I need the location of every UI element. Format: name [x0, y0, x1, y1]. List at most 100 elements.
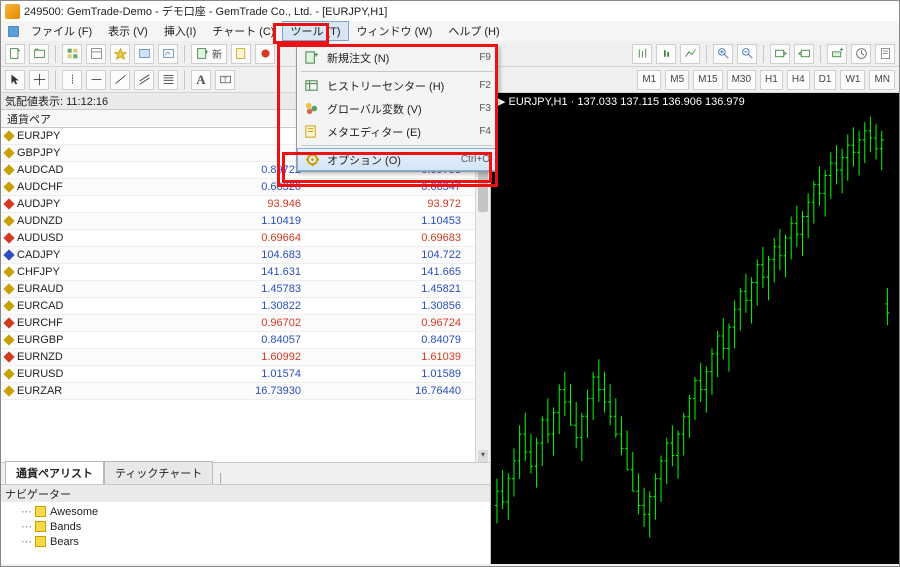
chart-area[interactable]: ▶ EURJPY,H1 · 137.033 137.115 136.906 13…: [491, 93, 899, 564]
tb-templates[interactable]: [875, 44, 895, 64]
dd-history[interactable]: ヒストリーセンター (H) F2: [297, 74, 497, 97]
history-icon: [303, 78, 319, 94]
tb-terminal[interactable]: [134, 44, 154, 64]
tb-metaeditor[interactable]: [231, 44, 251, 64]
tb-new-order[interactable]: 新: [191, 44, 227, 64]
tb-indicators[interactable]: [827, 44, 847, 64]
nav-item[interactable]: ⋯Bands: [21, 519, 470, 534]
scrollbar-vertical[interactable]: ▴ ▾: [475, 128, 490, 462]
table-row[interactable]: EURUSD1.015741.01589: [1, 366, 490, 383]
metaeditor-icon: [303, 124, 319, 140]
tb-periods[interactable]: [851, 44, 871, 64]
menu-help[interactable]: ヘルプ (H): [440, 21, 507, 41]
table-row[interactable]: EURNZD1.609921.61039: [1, 349, 490, 366]
title-bar: 249500: GemTrade-Demo - デモ口座 - GemTrade …: [1, 1, 899, 21]
table-row[interactable]: AUDUSD0.696640.69683: [1, 230, 490, 247]
tb-zoom-in[interactable]: [713, 44, 733, 64]
tb-channel[interactable]: [134, 70, 154, 90]
symbol-name: AUDNZD: [17, 215, 63, 227]
tb-crosshair[interactable]: [29, 70, 49, 90]
nav-item[interactable]: ⋯Bears: [21, 534, 470, 549]
table-row[interactable]: EURCAD1.308221.30856: [1, 298, 490, 315]
dd-globals[interactable]: グローバル変数 (V) F3: [297, 97, 497, 120]
menu-file[interactable]: ファイル (F): [23, 21, 100, 41]
tab-scroll-more[interactable]: |: [213, 472, 222, 484]
table-row[interactable]: CADJPY104.683104.722: [1, 247, 490, 264]
tb-text[interactable]: A: [191, 70, 211, 90]
tf-mn[interactable]: MN: [869, 70, 895, 90]
tf-m30[interactable]: M30: [727, 70, 756, 90]
symbol-name: EURCAD: [17, 300, 63, 312]
tb-trendline[interactable]: [110, 70, 130, 90]
tab-symbol-list[interactable]: 通貨ペアリスト: [5, 461, 104, 484]
symbol-name: EURGBP: [17, 334, 63, 346]
menu-window[interactable]: ウィンドウ (W): [349, 21, 441, 41]
tb-market-watch[interactable]: [62, 44, 82, 64]
dd-separator: [301, 71, 493, 72]
tb-chart-shift[interactable]: [794, 44, 814, 64]
ask-price: 0.69683: [311, 232, 471, 244]
scroll-down-icon[interactable]: ▾: [478, 450, 488, 462]
dd-new-order[interactable]: 新規注文 (N) F9: [297, 46, 497, 69]
tb-navigator[interactable]: [110, 44, 130, 64]
menu-chart[interactable]: チャート (C): [204, 21, 282, 41]
tb-bar-chart[interactable]: [632, 44, 652, 64]
symbol-status-icon: [3, 300, 14, 311]
table-row[interactable]: AUDNZD1.104191.10453: [1, 213, 490, 230]
bid-price: 1.01574: [151, 368, 311, 380]
symbol-name: AUDCAD: [17, 164, 63, 176]
symbol-status-icon: [3, 164, 14, 175]
tf-m5[interactable]: M5: [665, 70, 689, 90]
tb-vline[interactable]: [62, 70, 82, 90]
table-row[interactable]: EURAUD1.457831.45821: [1, 281, 490, 298]
bid-price: 16.73930: [151, 385, 311, 397]
tb-strategy-tester[interactable]: [158, 44, 178, 64]
tb-candle-chart[interactable]: [656, 44, 676, 64]
tab-tick-chart[interactable]: ティックチャート: [104, 461, 213, 484]
tb-autotrading[interactable]: [255, 44, 275, 64]
bid-price: 0.84057: [151, 334, 311, 346]
bid-price: 104.683: [151, 249, 311, 261]
table-row[interactable]: AUDCHF0.663200.66347: [1, 179, 490, 196]
menu-insert[interactable]: 挿入(I): [156, 21, 204, 41]
table-row[interactable]: EURZAR16.7393016.76440: [1, 383, 490, 400]
navigator-panel: ナビゲーター ⋯Awesome⋯Bands⋯Bears: [1, 484, 490, 564]
bid-price: 141.631: [151, 266, 311, 278]
tb-data-window[interactable]: [86, 44, 106, 64]
table-row[interactable]: EURCHF0.967020.96724: [1, 315, 490, 332]
tf-h1[interactable]: H1: [760, 70, 783, 90]
app-icon: [5, 4, 20, 19]
tf-m1[interactable]: M1: [637, 70, 661, 90]
nav-item[interactable]: ⋯Awesome: [21, 504, 470, 519]
symbol-name: EURJPY: [17, 130, 60, 142]
tf-d1[interactable]: D1: [814, 70, 837, 90]
dd-options[interactable]: オプション (O) Ctrl+O: [297, 148, 497, 171]
tb-line-chart[interactable]: [680, 44, 700, 64]
tb-cursor[interactable]: [5, 70, 25, 90]
tb-new-chart[interactable]: [5, 44, 25, 64]
symbol-status-icon: [3, 266, 14, 277]
tb-profiles[interactable]: [29, 44, 49, 64]
table-row[interactable]: CHFJPY141.631141.665: [1, 264, 490, 281]
dd-metaeditor[interactable]: メタエディター (E) F4: [297, 120, 497, 143]
symbol-status-icon: [3, 181, 14, 192]
tb-fibo[interactable]: [158, 70, 178, 90]
options-icon: [304, 152, 320, 168]
menu-view[interactable]: 表示 (V): [100, 21, 156, 41]
symbol-status-icon: [3, 198, 14, 209]
table-row[interactable]: AUDJPY93.94693.972: [1, 196, 490, 213]
navigator-tree[interactable]: ⋯Awesome⋯Bands⋯Bears: [1, 502, 490, 564]
tf-h4[interactable]: H4: [787, 70, 810, 90]
symbol-name: AUDCHF: [17, 181, 63, 193]
tb-zoom-out[interactable]: [737, 44, 757, 64]
symbol-status-icon: [3, 147, 14, 158]
table-row[interactable]: EURGBP0.840570.84079: [1, 332, 490, 349]
tf-w1[interactable]: W1: [840, 70, 865, 90]
symbol-status-icon: [3, 317, 14, 328]
tb-auto-scroll[interactable]: [770, 44, 790, 64]
svg-text:T: T: [223, 77, 227, 84]
tb-hline[interactable]: [86, 70, 106, 90]
tb-label[interactable]: T: [215, 70, 235, 90]
symbol-name: EURCHF: [17, 317, 63, 329]
tf-m15[interactable]: M15: [693, 70, 722, 90]
